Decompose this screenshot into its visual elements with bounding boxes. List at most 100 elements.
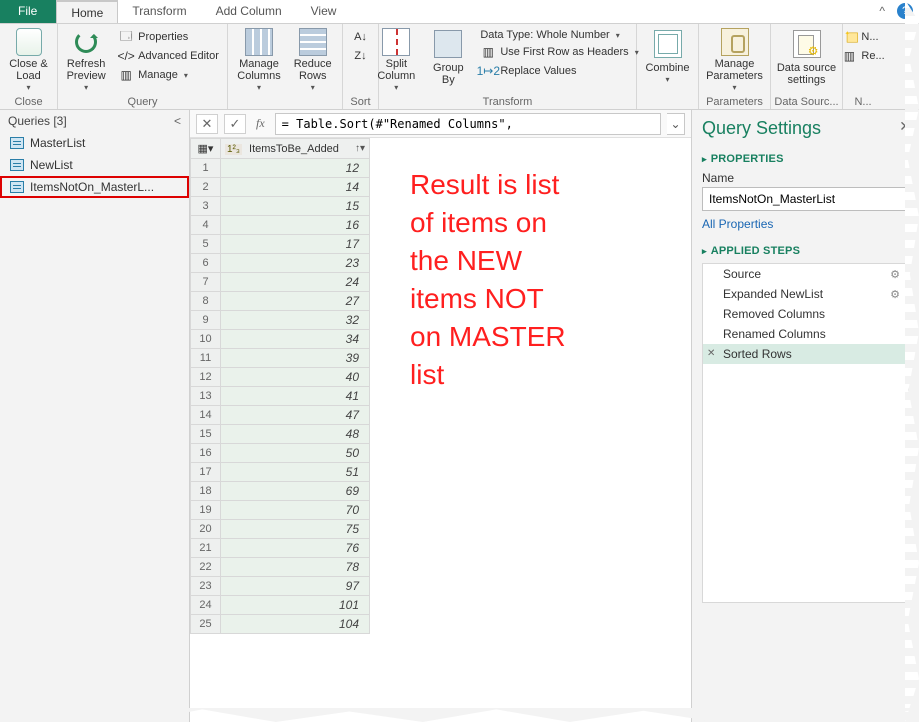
row-number[interactable]: 2: [191, 178, 221, 197]
query-newlist[interactable]: NewList: [0, 154, 189, 176]
table-row[interactable]: 1751: [191, 463, 370, 482]
row-number[interactable]: 16: [191, 444, 221, 463]
table-row[interactable]: 1240: [191, 368, 370, 387]
row-number[interactable]: 4: [191, 216, 221, 235]
sort-asc-button[interactable]: A↓: [349, 28, 373, 46]
table-row[interactable]: 1341: [191, 387, 370, 406]
properties-button[interactable]: 🗔 Properties: [114, 28, 223, 46]
cell-value[interactable]: 34: [221, 330, 370, 349]
column-header-itemstobe-added[interactable]: 1²₃ ItemsToBe_Added ↑▾: [221, 139, 370, 159]
table-row[interactable]: 25104: [191, 615, 370, 634]
row-number[interactable]: 22: [191, 558, 221, 577]
step-settings-icon[interactable]: ⚙: [890, 268, 900, 281]
applied-step[interactable]: Expanded NewList⚙: [703, 284, 908, 304]
use-first-row-headers-button[interactable]: ▥ Use First Row as Headers: [476, 43, 642, 61]
cell-value[interactable]: 50: [221, 444, 370, 463]
table-row[interactable]: 2397: [191, 577, 370, 596]
row-number[interactable]: 25: [191, 615, 221, 634]
cell-value[interactable]: 70: [221, 501, 370, 520]
row-number[interactable]: 12: [191, 368, 221, 387]
table-row[interactable]: 1869: [191, 482, 370, 501]
row-number[interactable]: 13: [191, 387, 221, 406]
replace-values-button[interactable]: 1↦2 Replace Values: [476, 62, 642, 80]
tab-file[interactable]: File: [0, 0, 56, 23]
applied-step[interactable]: ✕Sorted Rows: [703, 344, 908, 364]
table-row[interactable]: 1139: [191, 349, 370, 368]
collapse-queries-icon[interactable]: <: [174, 114, 181, 128]
new-source-button[interactable]: N...: [837, 28, 888, 46]
table-row[interactable]: 24101: [191, 596, 370, 615]
cell-value[interactable]: 12: [221, 159, 370, 178]
applied-step[interactable]: Removed Columns: [703, 304, 908, 324]
tab-view[interactable]: View: [297, 0, 352, 23]
cell-value[interactable]: 24: [221, 273, 370, 292]
split-column-button[interactable]: Split Column: [372, 26, 420, 96]
row-number[interactable]: 9: [191, 311, 221, 330]
cell-value[interactable]: 39: [221, 349, 370, 368]
cell-value[interactable]: 40: [221, 368, 370, 387]
table-row[interactable]: 2075: [191, 520, 370, 539]
table-row[interactable]: 315: [191, 197, 370, 216]
row-number[interactable]: 7: [191, 273, 221, 292]
tab-transform[interactable]: Transform: [118, 0, 201, 23]
applied-step[interactable]: Renamed Columns: [703, 324, 908, 344]
table-row[interactable]: 932: [191, 311, 370, 330]
cell-value[interactable]: 47: [221, 406, 370, 425]
formula-input[interactable]: [275, 113, 661, 135]
cell-value[interactable]: 17: [221, 235, 370, 254]
cell-value[interactable]: 78: [221, 558, 370, 577]
cell-value[interactable]: 48: [221, 425, 370, 444]
data-type-button[interactable]: Data Type: Whole Number: [476, 28, 642, 42]
step-settings-icon[interactable]: ⚙: [890, 288, 900, 301]
cell-value[interactable]: 41: [221, 387, 370, 406]
manage-columns-button[interactable]: Manage Columns: [233, 26, 284, 96]
cell-value[interactable]: 15: [221, 197, 370, 216]
row-number[interactable]: 21: [191, 539, 221, 558]
row-number[interactable]: 17: [191, 463, 221, 482]
delete-step-icon[interactable]: ✕: [707, 348, 715, 359]
row-number[interactable]: 14: [191, 406, 221, 425]
table-row[interactable]: 2278: [191, 558, 370, 577]
help-icon[interactable]: ?: [897, 3, 913, 19]
table-row[interactable]: 1034: [191, 330, 370, 349]
formula-expand-button[interactable]: ⌄: [667, 113, 685, 135]
close-and-load-button[interactable]: Close & Load: [5, 26, 53, 96]
table-row[interactable]: 1970: [191, 501, 370, 520]
cell-value[interactable]: 23: [221, 254, 370, 273]
cell-value[interactable]: 101: [221, 596, 370, 615]
row-number[interactable]: 24: [191, 596, 221, 615]
row-number[interactable]: 1: [191, 159, 221, 178]
applied-step[interactable]: Source⚙: [703, 264, 908, 284]
applied-steps-section[interactable]: APPLIED STEPS: [711, 245, 800, 257]
all-properties-link[interactable]: All Properties: [702, 217, 909, 231]
combine-button[interactable]: Combine: [641, 26, 693, 96]
cell-value[interactable]: 14: [221, 178, 370, 197]
table-row[interactable]: 517: [191, 235, 370, 254]
cell-value[interactable]: 32: [221, 311, 370, 330]
cell-value[interactable]: 104: [221, 615, 370, 634]
row-number[interactable]: 5: [191, 235, 221, 254]
row-number[interactable]: 10: [191, 330, 221, 349]
cell-value[interactable]: 69: [221, 482, 370, 501]
table-row[interactable]: 1447: [191, 406, 370, 425]
table-row[interactable]: 623: [191, 254, 370, 273]
column-sort-icon[interactable]: ↑▾: [355, 143, 365, 154]
apply-formula-button[interactable]: ✓: [224, 114, 246, 134]
cell-value[interactable]: 16: [221, 216, 370, 235]
table-row[interactable]: 724: [191, 273, 370, 292]
cell-value[interactable]: 27: [221, 292, 370, 311]
group-by-button[interactable]: Group By: [424, 26, 472, 96]
row-number[interactable]: 11: [191, 349, 221, 368]
tab-add-column[interactable]: Add Column: [202, 0, 297, 23]
query-name-input[interactable]: [702, 187, 909, 211]
row-number[interactable]: 3: [191, 197, 221, 216]
manage-parameters-button[interactable]: Manage Parameters: [702, 26, 767, 96]
properties-section[interactable]: PROPERTIES: [711, 153, 784, 165]
cell-value[interactable]: 97: [221, 577, 370, 596]
select-all-cell[interactable]: ▦▾: [191, 139, 221, 159]
recent-sources-button[interactable]: ▥ Re...: [837, 47, 888, 65]
manage-button[interactable]: ▥ Manage: [114, 66, 223, 84]
collapse-ribbon-icon[interactable]: ^: [873, 0, 891, 23]
row-number[interactable]: 20: [191, 520, 221, 539]
reduce-rows-button[interactable]: Reduce Rows: [289, 26, 337, 96]
